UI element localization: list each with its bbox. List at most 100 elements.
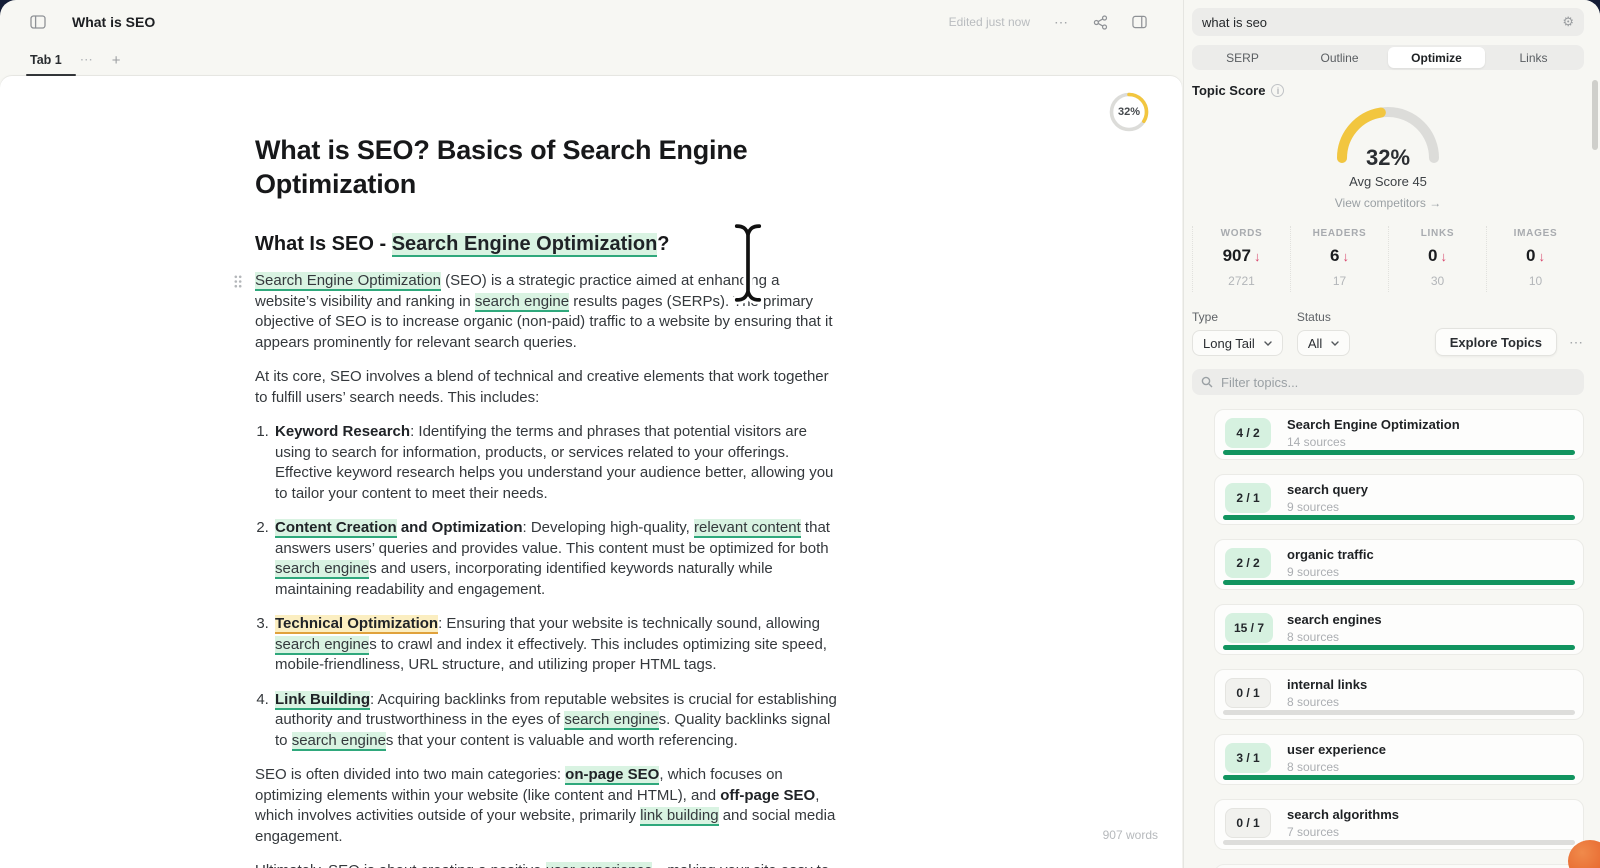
type-label: Type [1192, 310, 1219, 324]
view-competitors-link[interactable]: View competitors → [1192, 196, 1584, 210]
info-icon[interactable]: i [1271, 84, 1285, 97]
topic-usage-badge: 3 / 1 [1225, 743, 1271, 773]
explore-topics-button[interactable]: Explore Topics [1434, 328, 1557, 356]
topic-progress-bar [1223, 645, 1575, 650]
doc-list-item-1: Keyword Research: Identifying the terms … [273, 422, 845, 504]
doc-ordered-list: Keyword Research: Identifying the terms … [255, 422, 845, 751]
topic-usage-badge: 2 / 2 [1225, 548, 1271, 578]
topic-progress-bar [1223, 515, 1575, 520]
avg-score: Avg Score 45 [1349, 174, 1427, 189]
mini-score-ring: 32% [1108, 91, 1150, 133]
type-value: Long Tail [1203, 335, 1255, 351]
document-body[interactable]: What is SEO? Basics of Search Engine Opt… [234, 133, 845, 868]
topic-card[interactable]: 0 / 1 internal links 8 sources [1214, 669, 1584, 720]
tab-outline[interactable]: Outline [1291, 47, 1388, 68]
topics-more-icon[interactable]: ⋯ [1569, 334, 1584, 351]
topic-sources: 9 sources [1287, 500, 1340, 514]
doc-paragraph-3: SEO is often divided into two main categ… [255, 766, 836, 845]
panel-tabs: SERP Outline Optimize Links [1192, 45, 1584, 70]
topic-sources: 8 sources [1287, 630, 1340, 644]
stat-label: IMAGES [1513, 228, 1558, 239]
tab-bar: Tab 1 ⋯ + [0, 44, 1183, 76]
drag-handle-icon[interactable] [234, 275, 242, 293]
header-actions: Edited just now ⋯ [949, 14, 1147, 31]
app-surface: What is SEO Edited just now ⋯ Tab 1 ⋯ + … [0, 0, 1600, 868]
topic-progress-bar [1223, 775, 1575, 780]
stat-label: LINKS [1420, 228, 1455, 239]
topic-progress-bar [1223, 450, 1575, 455]
down-arrow-icon: ↓ [1253, 249, 1261, 264]
add-tab-button[interactable]: + [112, 52, 121, 69]
editor-header: What is SEO Edited just now ⋯ [0, 0, 1183, 44]
topic-name: search algorithms [1287, 807, 1399, 822]
topic-score-header: Topic Score i [1192, 83, 1584, 98]
stat-column: HEADERS 6 ↓ 17 [1290, 226, 1388, 292]
sidebar-toggle-icon[interactable] [30, 15, 46, 29]
stat-column: IMAGES 0 ↓ 10 [1486, 226, 1584, 292]
query-input[interactable]: what is seo ⚙ [1192, 8, 1584, 36]
chevron-down-icon [1264, 340, 1272, 346]
topic-card[interactable]: 3 / 1 user experience 8 sources [1214, 734, 1584, 785]
topic-name: organic traffic [1287, 547, 1374, 562]
topic-list-overflow [1214, 864, 1584, 868]
status-dropdown[interactable]: All [1296, 330, 1351, 356]
stat-value: 6 ↓ [1330, 246, 1349, 265]
doc-list-item-3: Technical Optimization: Ensuring that yo… [273, 614, 845, 676]
right-panel-toggle-icon[interactable] [1132, 15, 1147, 29]
topic-usage-badge: 0 / 1 [1225, 808, 1271, 838]
down-arrow-icon: ↓ [1538, 249, 1545, 264]
topic-card-partial[interactable] [1214, 864, 1584, 868]
stat-value: 0 ↓ [1428, 246, 1447, 265]
stat-label: WORDS [1220, 228, 1263, 239]
topic-sources: 8 sources [1287, 760, 1340, 774]
document-title: What is SEO [72, 14, 156, 30]
window: What is SEO Edited just now ⋯ Tab 1 ⋯ + … [0, 0, 1600, 868]
stat-target: 10 [1528, 274, 1543, 288]
doc-h2: What Is SEO - Search Engine Optimization… [255, 233, 670, 257]
type-filter-group: Type Long Tail [1192, 310, 1283, 356]
stat-value: 907 ↓ [1222, 246, 1261, 265]
topic-card[interactable]: 2 / 1 search query 9 sources [1214, 474, 1584, 525]
edited-status: Edited just now [948, 15, 1030, 29]
tab-optimize[interactable]: Optimize [1388, 47, 1485, 68]
down-arrow-icon: ↓ [1440, 249, 1447, 264]
type-dropdown[interactable]: Long Tail [1192, 330, 1283, 356]
topic-name: Search Engine Optimization [1287, 417, 1460, 432]
topic-name: internal links [1287, 677, 1368, 692]
tab-serp[interactable]: SERP [1194, 47, 1291, 68]
gear-icon[interactable]: ⚙ [1562, 14, 1574, 30]
doc-paragraph-4: Ultimately, SEO is about creating a posi… [255, 861, 845, 868]
main-region: What is SEO Edited just now ⋯ Tab 1 ⋯ + … [0, 0, 1183, 868]
doc-list-item-4: Link Building: Acquiring backlinks from … [273, 690, 845, 752]
down-arrow-icon: ↓ [1342, 249, 1349, 264]
topic-card[interactable]: 15 / 7 search engines 8 sources [1214, 604, 1584, 655]
topic-score-gauge: 32% [1332, 102, 1444, 170]
status-value: All [1307, 335, 1323, 351]
tab-1[interactable]: Tab 1 [30, 53, 62, 67]
stat-target: 30 [1430, 274, 1445, 288]
share-icon[interactable] [1093, 14, 1108, 30]
tab-more-icon[interactable]: ⋯ [80, 52, 94, 68]
topic-filters: Type Long Tail Status All Explore Topics [1192, 310, 1584, 356]
topic-progress-bar [1223, 710, 1575, 715]
topic-score-value: 32% [1365, 145, 1411, 170]
word-count: 907 words [1102, 828, 1158, 842]
topic-sources: 7 sources [1287, 825, 1340, 839]
doc-h1: What is SEO? Basics of Search Engine Opt… [255, 135, 748, 199]
stat-value: 0 ↓ [1526, 246, 1545, 265]
tab-links[interactable]: Links [1485, 47, 1582, 68]
panel-scrollbar-thumb[interactable] [1592, 80, 1598, 150]
stat-target: 2721 [1228, 274, 1255, 288]
topic-name: search engines [1287, 612, 1382, 627]
filter-placeholder: Filter topics... [1221, 374, 1299, 390]
topic-sources: 9 sources [1287, 565, 1340, 579]
topic-usage-badge: 4 / 2 [1225, 418, 1271, 448]
header-more-icon[interactable]: ⋯ [1054, 14, 1069, 31]
optimize-panel: what is seo ⚙ SERP Outline Optimize Link… [1183, 0, 1600, 868]
topic-card[interactable]: 2 / 2 organic traffic 9 sources [1214, 539, 1584, 590]
query-text: what is seo [1202, 14, 1268, 30]
stat-column: LINKS 0 ↓ 30 [1388, 226, 1486, 292]
filter-topics-input[interactable]: Filter topics... [1192, 369, 1584, 395]
topic-card[interactable]: 4 / 2 Search Engine Optimization 14 sour… [1214, 409, 1584, 460]
topic-card[interactable]: 0 / 1 search algorithms 7 sources [1214, 799, 1584, 850]
